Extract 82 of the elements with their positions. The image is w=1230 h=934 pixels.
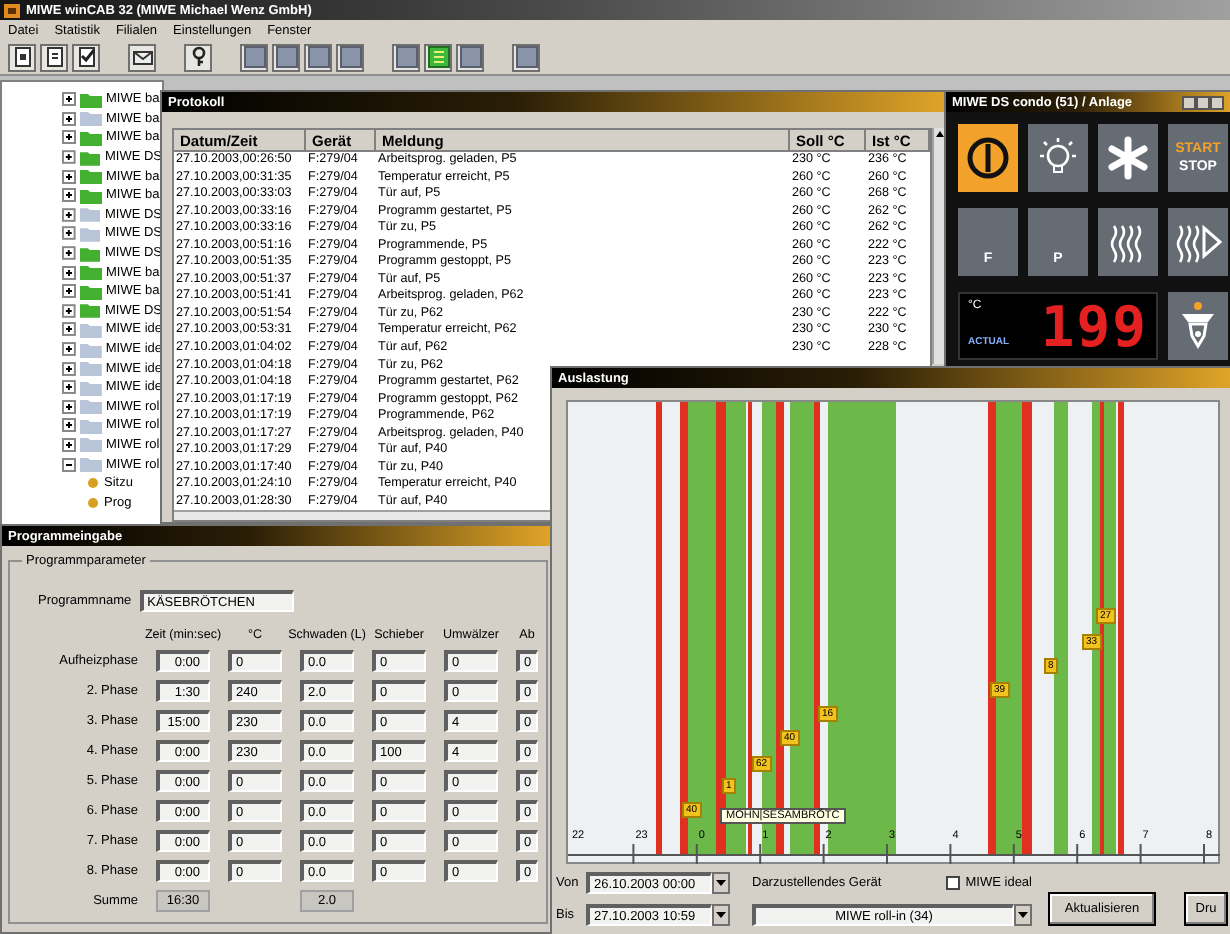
expand-icon[interactable] [62, 150, 76, 165]
expand-icon[interactable] [62, 418, 76, 433]
square-icon [339, 46, 361, 68]
caret-icon [716, 911, 726, 917]
folder-icon [80, 398, 102, 415]
square-icon [459, 46, 481, 68]
toolbar-button[interactable] [8, 43, 36, 71]
dropdown-button[interactable] [712, 903, 730, 925]
expand-icon[interactable] [62, 322, 76, 337]
folder-icon [80, 436, 102, 453]
expand-icon[interactable] [62, 92, 76, 107]
square-icon [275, 46, 297, 68]
folder-icon [79, 149, 101, 166]
power-button[interactable] [958, 124, 1018, 192]
expand-icon[interactable] [62, 342, 76, 357]
node-icon [86, 476, 100, 491]
light-button[interactable] [1028, 124, 1088, 192]
scroll-up-icon[interactable] [934, 128, 946, 140]
folder-icon [80, 168, 102, 185]
toolbar-button[interactable] [72, 43, 100, 71]
expand-icon[interactable] [62, 380, 76, 395]
document-icon [11, 46, 33, 68]
expand-icon[interactable] [62, 265, 76, 280]
folder-icon [79, 245, 101, 262]
dropdown-button[interactable] [1014, 903, 1032, 925]
expand-icon[interactable] [62, 361, 76, 376]
hood-icon [1176, 302, 1220, 350]
folder-icon [80, 283, 102, 300]
folder-icon [79, 379, 102, 396]
folder-icon [79, 225, 101, 242]
temperature-reading: 199 [1040, 293, 1148, 359]
horizontal-scrollbar[interactable] [174, 510, 550, 520]
steam-play-icon [1174, 220, 1222, 264]
collapse-icon[interactable] [62, 457, 76, 472]
steam-run-button[interactable] [1168, 208, 1228, 276]
checklist-icon [75, 46, 97, 68]
fan-button[interactable] [1098, 124, 1158, 192]
expand-icon[interactable] [62, 246, 76, 261]
folder-icon [80, 129, 102, 146]
expand-icon[interactable] [62, 169, 76, 184]
folder-icon [80, 417, 102, 434]
folder-icon [79, 302, 101, 319]
folder-icon [79, 321, 102, 338]
folder-icon [79, 360, 102, 377]
toolbar-button[interactable] [184, 43, 212, 71]
folder-icon [79, 341, 102, 358]
power-icon [966, 136, 1010, 180]
square-icon [515, 46, 537, 68]
expand-icon[interactable] [62, 303, 76, 318]
toolbar-button[interactable] [40, 43, 68, 71]
expand-icon[interactable] [62, 130, 76, 145]
folder-icon [80, 110, 102, 127]
expand-icon[interactable] [62, 111, 76, 126]
steam-button[interactable] [1098, 208, 1158, 276]
folder-icon [80, 187, 102, 204]
grid-icon [427, 46, 449, 68]
folder-icon [80, 264, 102, 281]
window-buttons-icon[interactable] [1182, 95, 1226, 109]
key-icon [187, 46, 209, 68]
caret-icon [716, 879, 726, 885]
caret-icon [1018, 911, 1028, 917]
square-icon [307, 46, 329, 68]
app-icon [4, 3, 20, 17]
square-icon [395, 46, 417, 68]
expand-icon[interactable] [62, 399, 76, 414]
folder-icon [80, 456, 102, 473]
expand-icon[interactable] [62, 207, 76, 222]
folder-icon [79, 206, 101, 223]
square-icon [243, 46, 265, 68]
folder-icon [80, 91, 102, 108]
expand-icon[interactable] [62, 188, 76, 203]
expand-icon[interactable] [62, 437, 76, 452]
dropdown-button[interactable] [712, 871, 730, 893]
expand-icon[interactable] [62, 226, 76, 241]
hood-button[interactable] [1168, 292, 1228, 360]
envelope-icon [131, 46, 153, 68]
expand-icon[interactable] [62, 284, 76, 299]
asterisk-icon [1106, 136, 1150, 180]
checkbox[interactable] [945, 875, 960, 889]
node-icon [86, 495, 100, 510]
page-icon [43, 46, 65, 68]
toolbar-button[interactable] [128, 43, 156, 71]
